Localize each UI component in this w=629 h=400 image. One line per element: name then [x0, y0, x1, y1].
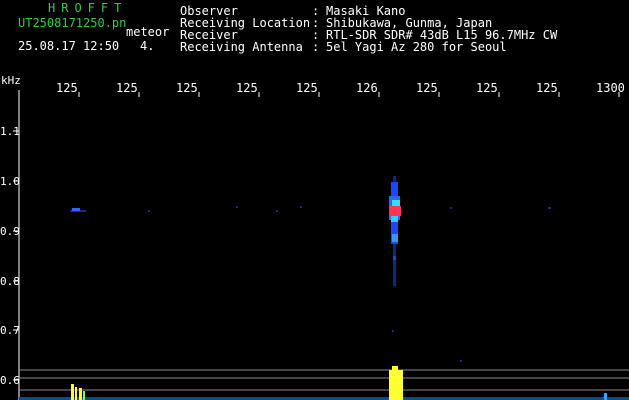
hrofft-logo: HROFFT — [48, 1, 128, 15]
x-tick-label: 126 — [356, 81, 378, 95]
antenna-label: Receiving Antenna — [180, 40, 303, 54]
file-mode: meteor — [126, 25, 170, 39]
x-tick-marks — [18, 92, 620, 97]
x-tick-label: 125 — [116, 81, 138, 95]
x-tick-label: 125 — [176, 81, 198, 95]
waterfall-spectrogram: kHz 125 125 125 125 125 126 125 125 125 … — [0, 74, 629, 400]
background-noise — [70, 206, 551, 362]
file-name: UT2508171250.pn — [18, 16, 127, 30]
x-tick-label: 125 — [416, 81, 438, 95]
y-tick-marks — [13, 130, 19, 381]
x-tick-label: 125 — [236, 81, 258, 95]
antenna-sep: : — [312, 40, 320, 54]
file-index: 4. — [140, 39, 155, 53]
x-tick-label: 125 — [536, 81, 558, 95]
x-tick-label: 1300 — [596, 81, 625, 95]
antenna-value: 5el Yagi Az 280 for Seoul — [326, 40, 507, 54]
x-tick-labels: 125 125 125 125 125 126 125 125 125 1300 — [56, 81, 625, 95]
y-tick-labels: 1.1 1.0 0.9 0.8 0.7 0.6 — [0, 125, 20, 387]
x-tick-label: 125 — [476, 81, 498, 95]
file-datetime: 25.08.17 12:50 — [18, 39, 120, 53]
spectrum-trace — [19, 366, 629, 400]
y-unit-label: kHz — [1, 74, 21, 87]
x-tick-label: 125 — [296, 81, 318, 95]
noise-spot — [72, 208, 80, 211]
meteor-echo — [389, 176, 401, 286]
x-tick-label: 125 — [56, 81, 78, 95]
